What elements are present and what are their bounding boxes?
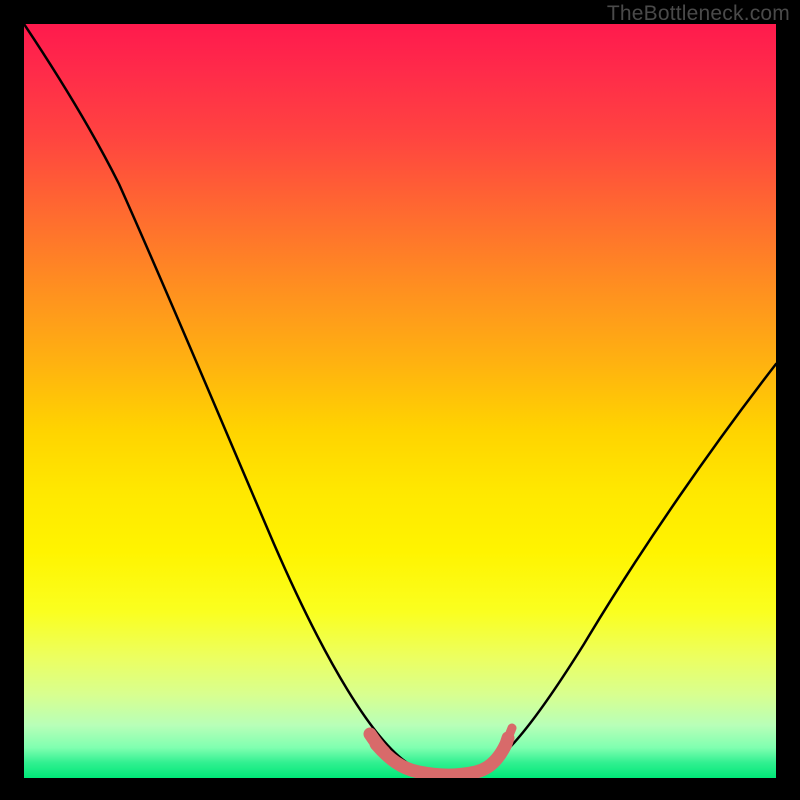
chart-outer-frame: TheBottleneck.com [0,0,800,800]
curve-flat-region-tail [508,728,512,738]
curve-main [24,24,776,773]
watermark-text: TheBottleneck.com [607,2,790,26]
plot-area [24,24,776,778]
curve-flat-region [376,738,508,775]
bottleneck-curve-svg [24,24,776,778]
